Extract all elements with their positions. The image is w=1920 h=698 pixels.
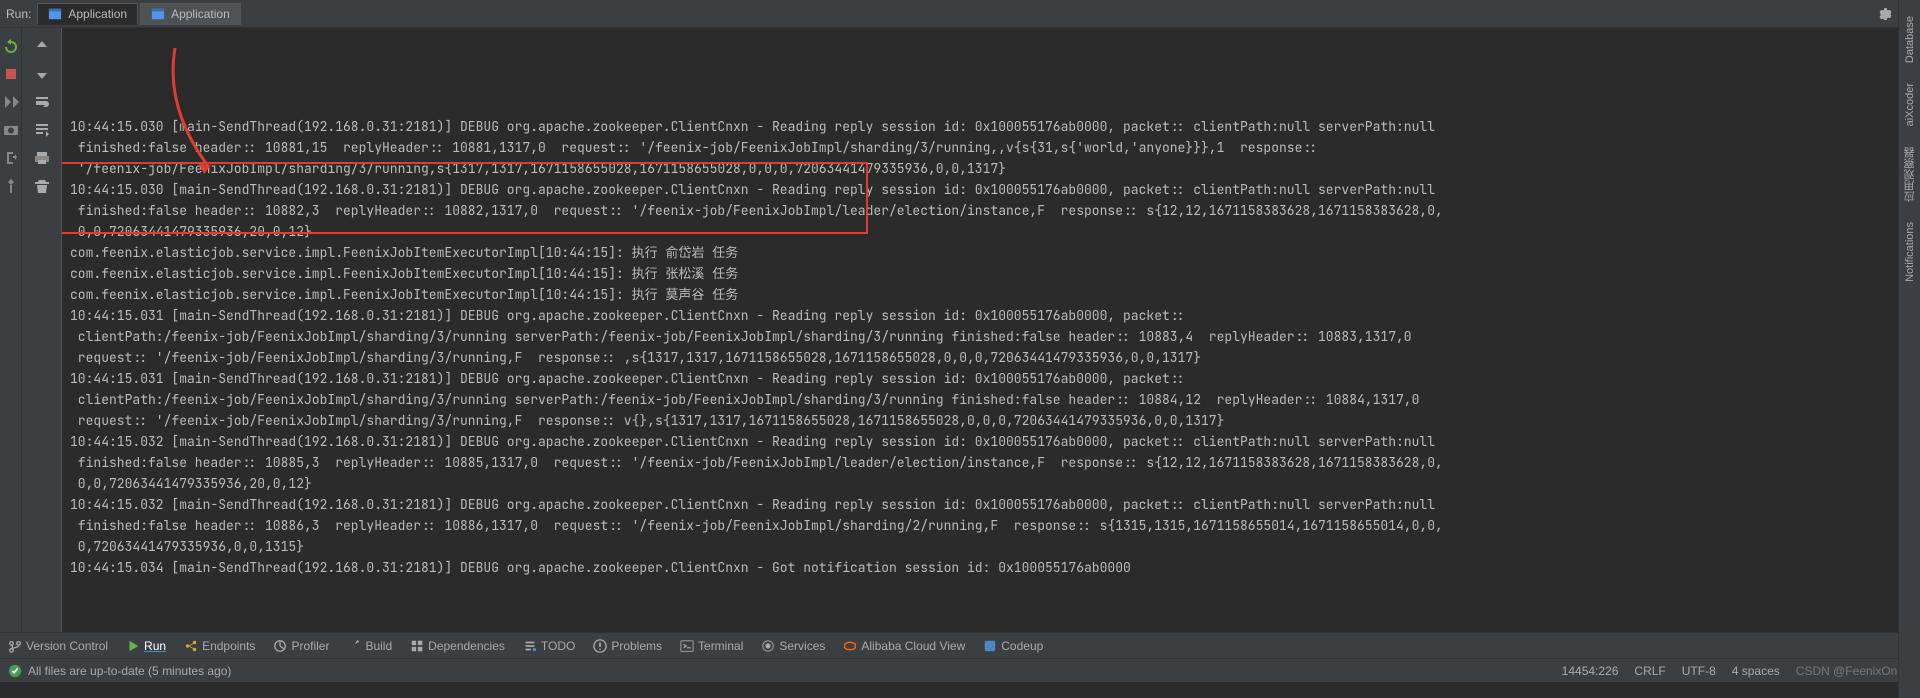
console-line: finished:false header:: 10885,3 replyHea… bbox=[70, 452, 1920, 473]
console-line: com.feenix.elasticjob.service.impl.Feeni… bbox=[70, 263, 1920, 284]
console-line: com.feenix.elasticjob.service.impl.Feeni… bbox=[70, 242, 1920, 263]
indent[interactable]: 4 spaces bbox=[1732, 664, 1780, 678]
line-separator[interactable]: CRLF bbox=[1634, 664, 1665, 678]
softwrap-icon[interactable] bbox=[34, 94, 50, 110]
console-toolbar bbox=[22, 28, 62, 632]
tab-label: Services bbox=[779, 639, 825, 653]
tool-tab-endpoints[interactable]: Endpoints bbox=[184, 639, 255, 653]
print-icon[interactable] bbox=[34, 150, 50, 166]
console-line: 10:44:15.031 [main-SendThread(192.168.0.… bbox=[70, 368, 1920, 389]
tab-label: Application bbox=[68, 7, 127, 21]
tool-tab-build[interactable]: Build bbox=[347, 639, 392, 653]
console-line: 0,0,72063441479335936,20,0,12} bbox=[70, 221, 1920, 242]
status-text: All files are up-to-date (5 minutes ago) bbox=[28, 664, 231, 678]
tab-label: Version Control bbox=[26, 639, 108, 653]
tab-label: Alibaba Cloud View bbox=[861, 639, 965, 653]
status-bar: All files are up-to-date (5 minutes ago)… bbox=[0, 658, 1920, 682]
endpoints-icon bbox=[184, 639, 198, 653]
app-icon bbox=[48, 7, 62, 21]
tool-tab-version-control[interactable]: Version Control bbox=[8, 639, 108, 653]
tool-tab-codeup[interactable]: Codeup bbox=[983, 639, 1043, 653]
run-tab-0[interactable]: Application bbox=[37, 3, 138, 25]
caret-position[interactable]: 14454:226 bbox=[1562, 664, 1619, 678]
app-icon bbox=[151, 7, 165, 21]
branch-icon bbox=[8, 639, 22, 653]
tool-tab-terminal[interactable]: Terminal bbox=[680, 639, 743, 653]
console-line: 0,0,72063441479335936,20,0,12} bbox=[70, 473, 1920, 494]
console-line: 10:44:15.030 [main-SendThread(192.168.0.… bbox=[70, 179, 1920, 200]
tab-label: Profiler bbox=[291, 639, 329, 653]
pause-icon[interactable] bbox=[3, 94, 19, 110]
services-icon bbox=[761, 639, 775, 653]
rerun-icon[interactable] bbox=[3, 38, 19, 54]
stop-icon[interactable] bbox=[3, 66, 19, 82]
tab-label: Build bbox=[365, 639, 392, 653]
exit-icon[interactable] bbox=[3, 150, 19, 166]
console-line: 10:44:15.034 [main-SendThread(192.168.0.… bbox=[70, 557, 1920, 578]
gear-icon[interactable] bbox=[1876, 6, 1892, 22]
right-stripe-aixcoder[interactable]: aiXcoder bbox=[1904, 83, 1916, 126]
encoding[interactable]: UTF-8 bbox=[1682, 664, 1716, 678]
tab-label: Run bbox=[144, 639, 166, 653]
tool-tab-profiler[interactable]: Profiler bbox=[273, 639, 329, 653]
arrow-up-icon[interactable] bbox=[34, 38, 50, 54]
build-icon bbox=[347, 639, 361, 653]
alibaba-icon bbox=[843, 639, 857, 653]
right-stripe-notifications[interactable]: Notifications bbox=[1904, 222, 1916, 282]
ok-icon bbox=[8, 664, 22, 678]
console-line: '/feenix-job/FeenixJobImpl/sharding/3/ru… bbox=[70, 158, 1920, 179]
profiler-icon bbox=[273, 639, 287, 653]
tool-tab-dependencies[interactable]: Dependencies bbox=[410, 639, 505, 653]
console-line: 10:44:15.032 [main-SendThread(192.168.0.… bbox=[70, 494, 1920, 515]
tab-label: Endpoints bbox=[202, 639, 255, 653]
far-left-gutter bbox=[0, 28, 22, 632]
tab-label: Application bbox=[171, 7, 230, 21]
tool-tab-problems[interactable]: Problems bbox=[593, 639, 662, 653]
scroll-end-icon[interactable] bbox=[34, 122, 50, 138]
right-stripe-应用观察器[interactable]: 应用观察器 bbox=[1902, 147, 1918, 202]
right-stripe-database[interactable]: Database bbox=[1904, 16, 1916, 63]
deps-icon bbox=[410, 639, 424, 653]
run-tab-1[interactable]: Application bbox=[140, 3, 241, 25]
run-label: Run: bbox=[6, 7, 31, 21]
console-line: finished:false header:: 10881,15 replyHe… bbox=[70, 137, 1920, 158]
console-line: finished:false header:: 10886,3 replyHea… bbox=[70, 515, 1920, 536]
arrow-down-icon[interactable] bbox=[34, 66, 50, 82]
tab-label: Codeup bbox=[1001, 639, 1043, 653]
right-tool-stripe: Database aiXcoder 应用观察器 Notifications bbox=[1898, 0, 1920, 698]
tab-label: Problems bbox=[611, 639, 662, 653]
tool-tab-services[interactable]: Services bbox=[761, 639, 825, 653]
console-line: 10:44:15.032 [main-SendThread(192.168.0.… bbox=[70, 431, 1920, 452]
main-area: 10:44:15.030 [main-SendThread(192.168.0.… bbox=[0, 28, 1920, 632]
tab-label: Dependencies bbox=[428, 639, 505, 653]
clear-icon[interactable] bbox=[34, 178, 50, 194]
console-line: clientPath:/feenix-job/FeenixJobImpl/sha… bbox=[70, 326, 1920, 347]
console-line: request:: '/feenix-job/FeenixJobImpl/sha… bbox=[70, 410, 1920, 431]
console-line: request:: '/feenix-job/FeenixJobImpl/sha… bbox=[70, 347, 1920, 368]
console-line: 0,72063441479335936,0,0,1315} bbox=[70, 536, 1920, 557]
console-line: finished:false header:: 10882,3 replyHea… bbox=[70, 200, 1920, 221]
codeup-icon bbox=[983, 639, 997, 653]
console-line: com.feenix.elasticjob.service.impl.Feeni… bbox=[70, 284, 1920, 305]
run-tool-header: Run: Application Application bbox=[0, 0, 1920, 28]
console-output[interactable]: 10:44:15.030 [main-SendThread(192.168.0.… bbox=[62, 28, 1920, 632]
play-icon bbox=[126, 639, 140, 653]
problems-icon bbox=[593, 639, 607, 653]
console-line: 10:44:15.030 [main-SendThread(192.168.0.… bbox=[70, 116, 1920, 137]
console-line: clientPath:/feenix-job/FeenixJobImpl/sha… bbox=[70, 389, 1920, 410]
tool-tab-alibaba-cloud-view[interactable]: Alibaba Cloud View bbox=[843, 639, 965, 653]
tab-label: TODO bbox=[541, 639, 575, 653]
pin-icon[interactable] bbox=[3, 178, 19, 194]
tool-tab-run[interactable]: Run bbox=[126, 639, 166, 653]
tool-window-stripe: Version Control Run Endpoints Profiler Build… bbox=[0, 632, 1920, 658]
camera-icon[interactable] bbox=[3, 122, 19, 138]
watermark: CSDN @FeenixOne bbox=[1796, 664, 1904, 678]
tab-label: Terminal bbox=[698, 639, 743, 653]
console-line: 10:44:15.031 [main-SendThread(192.168.0.… bbox=[70, 305, 1920, 326]
todo-icon bbox=[523, 639, 537, 653]
terminal-icon bbox=[680, 639, 694, 653]
tool-tab-todo[interactable]: TODO bbox=[523, 639, 575, 653]
